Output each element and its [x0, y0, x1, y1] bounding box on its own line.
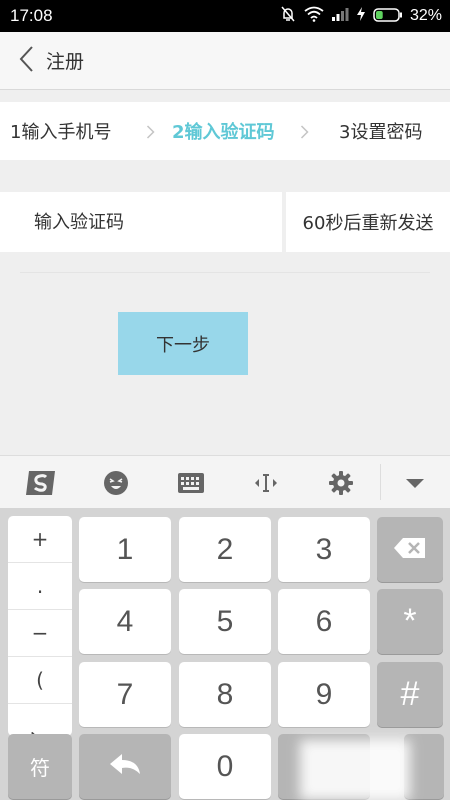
battery-icon — [373, 7, 403, 26]
key-3[interactable]: 3 — [278, 517, 370, 582]
key-0[interactable]: 0 — [179, 734, 271, 799]
return-icon — [108, 750, 142, 784]
obscured-area — [300, 740, 410, 800]
chevron-right-icon — [146, 124, 155, 143]
app-header: 注册 — [0, 32, 450, 90]
key-9[interactable]: 9 — [278, 662, 370, 727]
gear-icon[interactable] — [322, 464, 360, 502]
verification-row: 60秒后重新发送 — [0, 192, 450, 252]
back-button[interactable] — [6, 32, 46, 90]
key-4[interactable]: 4 — [79, 589, 171, 654]
status-icons: 32% — [279, 5, 442, 27]
symbol-key[interactable]: − — [8, 610, 72, 657]
symbol-key[interactable]: 、 — [8, 704, 72, 737]
keyboard-icon[interactable] — [172, 464, 210, 502]
divider — [20, 272, 430, 273]
resend-button[interactable]: 60秒后重新发送 — [286, 192, 450, 252]
key-8[interactable]: 8 — [179, 662, 271, 727]
step-1-label: 1输入手机号 — [10, 122, 112, 143]
status-time: 17:08 — [10, 6, 53, 25]
wifi-icon — [304, 6, 324, 26]
status-bar: 17:08 32% — [0, 0, 450, 32]
toolbar-divider — [380, 464, 381, 500]
key-1[interactable]: 1 — [79, 517, 171, 582]
verification-code-input[interactable] — [0, 192, 282, 252]
symbols-toggle-key[interactable]: 符 — [8, 734, 72, 799]
charging-icon — [356, 6, 366, 26]
asterisk-key[interactable]: * — [377, 589, 443, 654]
backspace-icon — [393, 533, 427, 567]
symbol-column[interactable]: + . − ( 、 — [8, 516, 72, 736]
signal-icon — [331, 6, 349, 26]
chevron-down-icon[interactable] — [396, 464, 434, 502]
mute-icon — [279, 5, 297, 27]
symbol-key[interactable]: + — [8, 516, 72, 563]
battery-percent: 32% — [409, 7, 442, 24]
ime-toolbar — [0, 455, 450, 508]
sogou-logo-icon[interactable] — [22, 464, 60, 502]
key-6[interactable]: 6 — [278, 589, 370, 654]
cursor-move-icon[interactable] — [247, 464, 285, 502]
step-indicator: 1输入手机号 2输入验证码 3设置密码 — [0, 102, 450, 160]
symbol-key[interactable]: ( — [8, 657, 72, 704]
key-7[interactable]: 7 — [79, 662, 171, 727]
symbol-key[interactable]: . — [8, 563, 72, 610]
chevron-left-icon — [18, 45, 34, 77]
numeric-keypad: + . − ( 、 1 2 3 4 5 6 * 7 8 9 # 符 0 — [0, 508, 450, 800]
key-2[interactable]: 2 — [179, 517, 271, 582]
emoji-icon[interactable] — [97, 464, 135, 502]
hash-key[interactable]: # — [377, 662, 443, 727]
next-step-button[interactable]: 下一步 — [118, 312, 248, 375]
key-5[interactable]: 5 — [179, 589, 271, 654]
page-title: 注册 — [46, 51, 85, 73]
return-key[interactable] — [79, 734, 171, 799]
step-2-label: 2输入验证码 — [172, 122, 275, 143]
step-3-label: 3设置密码 — [339, 122, 423, 143]
chevron-right-icon — [300, 124, 309, 143]
enter-key[interactable] — [404, 734, 444, 799]
backspace-key[interactable] — [377, 517, 443, 582]
